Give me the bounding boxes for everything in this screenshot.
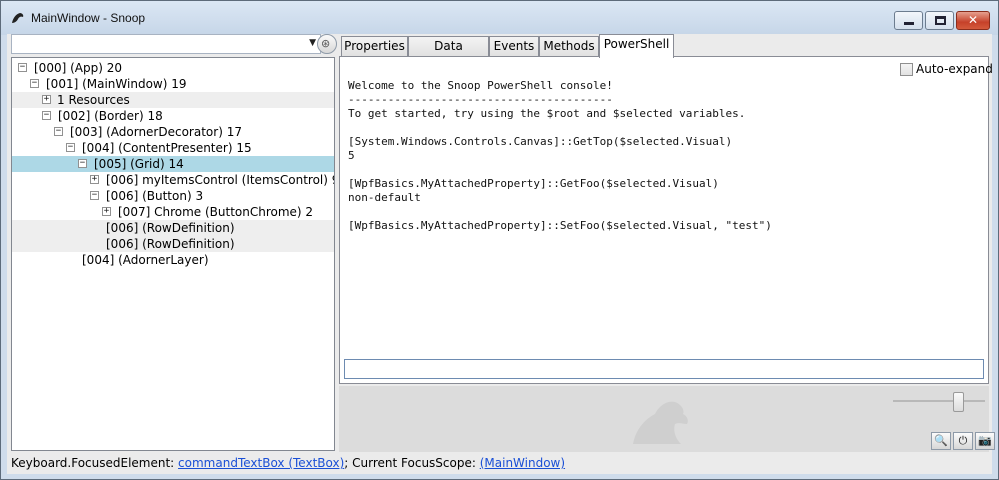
tree-node[interactable]: [006] (RowDefinition) bbox=[12, 236, 334, 252]
console-line: 5 bbox=[348, 149, 355, 162]
collapse-icon[interactable]: − bbox=[42, 111, 51, 120]
tree-node-label: [004] (ContentPresenter) 15 bbox=[82, 141, 252, 155]
tree-node[interactable]: − [000] (App) 20 bbox=[16, 60, 334, 76]
snoop-logo-icon bbox=[12, 13, 24, 23]
tree-node-label: [001] (MainWindow) 19 bbox=[46, 77, 187, 91]
tab-powershell[interactable]: PowerShell bbox=[599, 34, 674, 58]
tab-label: Events bbox=[493, 39, 535, 53]
collapse-icon[interactable]: − bbox=[54, 127, 63, 136]
camera-icon: 📷 bbox=[978, 434, 992, 447]
tree-node-label: [006] (RowDefinition) bbox=[106, 237, 235, 251]
camera-button[interactable]: 📷 bbox=[975, 432, 995, 450]
tree-node[interactable]: [004] (AdornerLayer) bbox=[16, 252, 334, 268]
tree-node[interactable]: − [004] (ContentPresenter) 15 bbox=[16, 140, 334, 156]
client-area: ▼ ⊛ − [000] (App) 20 − [001] (MainWindow… bbox=[7, 34, 995, 474]
zoom-slider-thumb[interactable] bbox=[953, 392, 965, 412]
status-bar: Keyboard.FocusedElement: commandTextBox … bbox=[7, 452, 992, 474]
command-textbox[interactable] bbox=[344, 359, 984, 379]
power-button[interactable]: ⏻ bbox=[953, 432, 973, 450]
close-button[interactable]: ✕ bbox=[956, 11, 990, 30]
tree-node[interactable]: − [002] (Border) 18 bbox=[16, 108, 334, 124]
expand-icon[interactable]: + bbox=[90, 175, 99, 184]
maximize-button[interactable] bbox=[925, 11, 954, 30]
crosshair-icon: ⊛ bbox=[321, 37, 331, 50]
focused-element-link[interactable]: commandTextBox (TextBox) bbox=[178, 456, 344, 470]
tab-label: PowerShell bbox=[603, 37, 670, 51]
tab-properties[interactable]: Properties bbox=[341, 36, 408, 57]
expand-icon[interactable]: + bbox=[102, 207, 111, 216]
tab-data-context[interactable]: Data Context bbox=[408, 36, 489, 72]
focus-scope-link[interactable]: (MainWindow) bbox=[480, 456, 565, 470]
tab-events[interactable]: Events bbox=[489, 36, 539, 57]
visual-tree[interactable]: − [000] (App) 20 − [001] (MainWindow) 19… bbox=[11, 57, 335, 451]
tree-node-label: [006] (Button) 3 bbox=[106, 189, 204, 203]
window-title: MainWindow - Snoop bbox=[31, 11, 146, 25]
tree-node-label: [005] (Grid) 14 bbox=[94, 157, 184, 171]
tree-node[interactable]: + 1 Resources bbox=[12, 92, 334, 108]
collapse-icon[interactable]: − bbox=[78, 159, 87, 168]
status-prefix: Keyboard.FocusedElement: bbox=[11, 456, 179, 470]
zoom-slider[interactable] bbox=[893, 400, 985, 402]
console-line: [WpfBasics.MyAttachedProperty]::GetFoo($… bbox=[348, 177, 719, 190]
tree-node[interactable]: − [001] (MainWindow) 19 bbox=[16, 76, 334, 92]
snoop-watermark-icon bbox=[633, 401, 688, 444]
collapse-icon[interactable]: − bbox=[30, 79, 39, 88]
console-line: ---------------------------------------- bbox=[348, 93, 613, 106]
console-line: To get started, try using the $root and … bbox=[348, 107, 746, 120]
tree-node-selected[interactable]: − [005] (Grid) 14 bbox=[12, 156, 334, 172]
magnifier-button[interactable]: 🔍 bbox=[931, 432, 951, 450]
collapse-icon[interactable]: − bbox=[90, 191, 99, 200]
magnifier-icon: 🔍 bbox=[934, 434, 948, 447]
tree-node-label: [006] myItemsControl (ItemsControl) 9 bbox=[106, 173, 335, 187]
tree-node[interactable]: [006] (RowDefinition) bbox=[12, 220, 334, 236]
console-output: Welcome to the Snoop PowerShell console!… bbox=[348, 79, 984, 355]
console-line: [System.Windows.Controls.Canvas]::GetTop… bbox=[348, 135, 733, 148]
tree-node-label: [002] (Border) 18 bbox=[58, 109, 163, 123]
inspector-tabs: Properties Data Context Events Methods P… bbox=[339, 34, 989, 72]
tree-node-label: [004] (AdornerLayer) bbox=[82, 253, 209, 267]
preview-area: 🔍 ⏻ 📷 bbox=[339, 386, 995, 452]
tree-node[interactable]: − [006] (Button) 3 bbox=[16, 188, 334, 204]
collapse-icon[interactable]: − bbox=[66, 143, 75, 152]
console-line: [WpfBasics.MyAttachedProperty]::SetFoo($… bbox=[348, 219, 772, 232]
snoop-window: MainWindow - Snoop ✕ ▼ ⊛ − [000] (App) 2… bbox=[0, 0, 999, 480]
tab-methods[interactable]: Methods bbox=[539, 36, 599, 57]
auto-expand-label: Auto-expand bbox=[916, 62, 993, 76]
expand-icon[interactable]: + bbox=[42, 95, 51, 104]
status-middle: ; Current FocusScope: bbox=[344, 456, 480, 470]
title-bar[interactable]: MainWindow - Snoop ✕ bbox=[1, 1, 998, 35]
tree-node-label: 1 Resources bbox=[57, 93, 130, 107]
close-icon: ✕ bbox=[967, 13, 979, 27]
tree-node[interactable]: + [006] myItemsControl (ItemsControl) 9 bbox=[16, 172, 334, 188]
tree-node[interactable]: − [003] (AdornerDecorator) 17 bbox=[16, 124, 334, 140]
chevron-down-icon[interactable]: ▼ bbox=[309, 38, 316, 48]
tree-node-label: [000] (App) 20 bbox=[34, 61, 122, 75]
console-line: Welcome to the Snoop PowerShell console! bbox=[348, 79, 613, 92]
powershell-panel: Auto-expand Welcome to the Snoop PowerSh… bbox=[339, 56, 993, 384]
collapse-icon[interactable]: − bbox=[18, 63, 27, 72]
root-selector-combobox[interactable]: ▼ bbox=[11, 34, 321, 54]
checkbox-box[interactable] bbox=[900, 63, 913, 76]
maximize-icon bbox=[935, 16, 946, 25]
tab-label: Properties bbox=[344, 39, 405, 53]
minimize-icon bbox=[904, 22, 914, 25]
tab-label: Methods bbox=[543, 39, 595, 53]
tree-node-label: [007] Chrome (ButtonChrome) 2 bbox=[118, 205, 314, 219]
snoop-target-button[interactable]: ⊛ bbox=[317, 34, 337, 54]
tree-node-label: [006] (RowDefinition) bbox=[106, 221, 235, 235]
tree-node-label: [003] (AdornerDecorator) 17 bbox=[70, 125, 242, 139]
console-line: non-default bbox=[348, 191, 421, 204]
power-icon: ⏻ bbox=[958, 434, 968, 447]
minimize-button[interactable] bbox=[894, 11, 923, 30]
tree-node[interactable]: + [007] Chrome (ButtonChrome) 2 bbox=[16, 204, 334, 220]
